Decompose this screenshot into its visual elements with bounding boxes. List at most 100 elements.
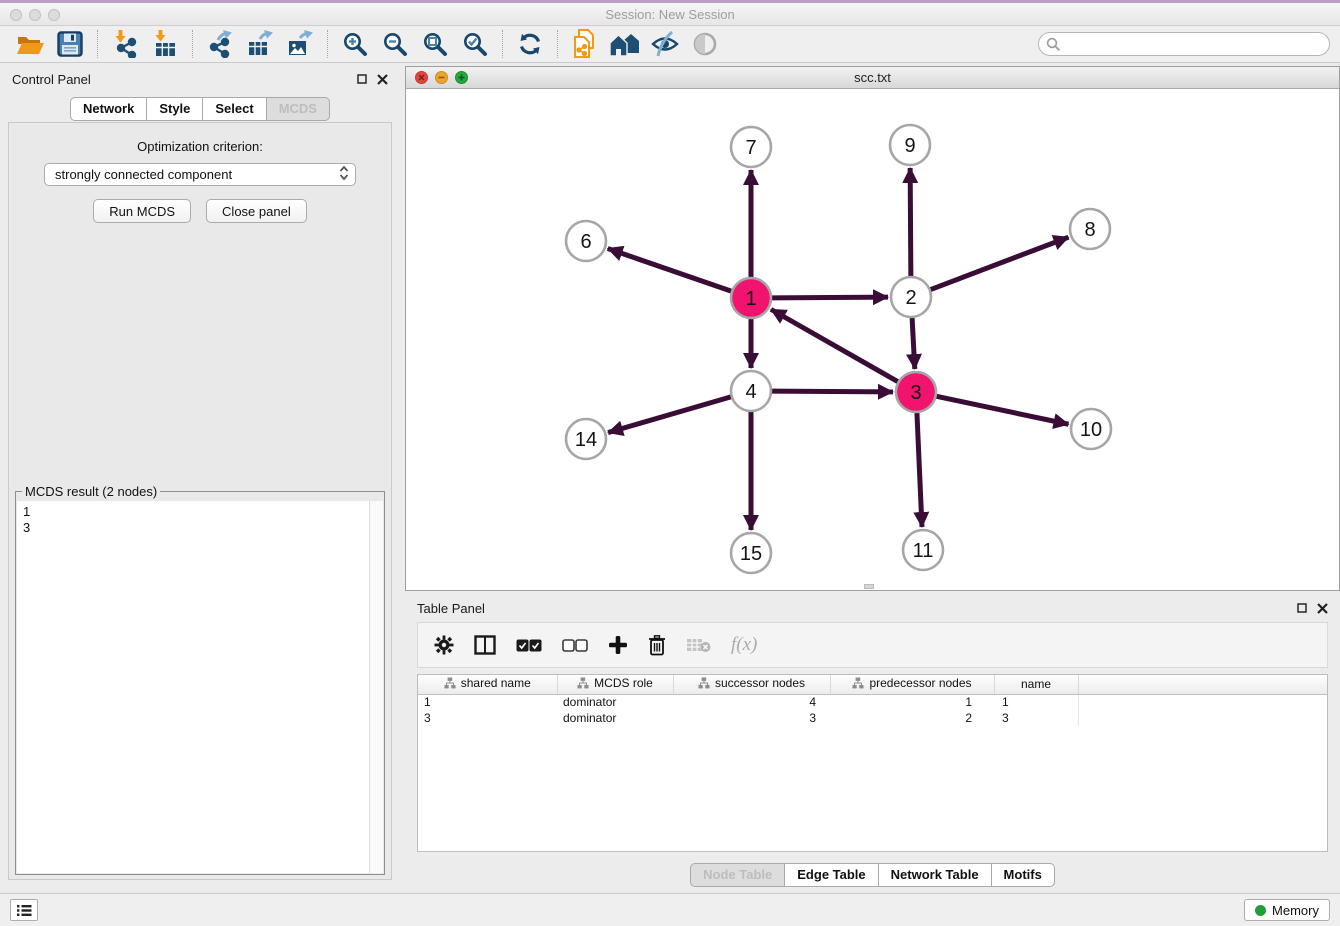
import-network-icon: [111, 30, 139, 58]
graph-node-15[interactable]: 15: [731, 533, 771, 573]
graph-node-3[interactable]: 3: [896, 372, 936, 412]
graph-node-14[interactable]: 14: [566, 419, 606, 459]
graph-edge-4-3[interactable]: [772, 391, 893, 392]
criterion-select[interactable]: strongly connected component: [44, 163, 356, 186]
tab-motifs[interactable]: Motifs: [992, 863, 1055, 887]
unselect-all-columns-button[interactable]: [562, 639, 588, 652]
graph-node-8[interactable]: 8: [1070, 209, 1110, 249]
tab-network-table[interactable]: Network Table: [879, 863, 992, 887]
graph-node-6[interactable]: 6: [566, 221, 606, 261]
zoom-in-button[interactable]: [335, 28, 375, 60]
cell: 3: [994, 710, 1078, 726]
graph-node-7[interactable]: 7: [731, 127, 771, 167]
close-table-panel-icon[interactable]: [1317, 603, 1328, 614]
network-view-window: scc.txt 7968124314101511: [405, 66, 1340, 591]
graph-edge-3-10[interactable]: [937, 396, 1069, 424]
tab-mcds[interactable]: MCDS: [267, 97, 330, 121]
tab-node-table[interactable]: Node Table: [690, 863, 785, 887]
gear-icon: [434, 635, 454, 655]
add-row-button[interactable]: [608, 635, 628, 655]
mcds-result-scrollbar[interactable]: [369, 501, 383, 873]
search-input[interactable]: [1038, 32, 1330, 56]
network-graph-canvas[interactable]: 7 9 6 8 1 2 4 3 14 10 15 11: [406, 89, 1339, 590]
close-panel-button[interactable]: Close panel: [206, 199, 307, 223]
list-icon: [16, 904, 32, 917]
graph-node-label: 10: [1080, 419, 1102, 441]
mcds-result-text[interactable]: 1 3: [17, 501, 369, 873]
graph-edge-1-6[interactable]: [608, 249, 731, 292]
table-settings-button[interactable]: [434, 635, 454, 655]
preview-button[interactable]: [685, 28, 725, 60]
tab-style[interactable]: Style: [147, 97, 203, 121]
graph-node-11[interactable]: 11: [903, 530, 943, 570]
column-header-MCDS-role[interactable]: MCDS role: [557, 675, 673, 694]
select-stepper-icon: [339, 165, 349, 184]
table-panel: Table Panel: [405, 595, 1340, 893]
graph-edge-3-11[interactable]: [917, 413, 922, 527]
apply-function-button[interactable]: f(x): [731, 634, 757, 656]
tab-edge-table[interactable]: Edge Table: [785, 863, 878, 887]
graph-node-2[interactable]: 2: [891, 277, 931, 317]
control-panel-tabs: NetworkStyleSelectMCDS: [70, 97, 330, 121]
table-panel-tabs: Node TableEdge TableNetwork TableMotifs: [690, 863, 1055, 887]
graph-edge-3-1[interactable]: [771, 309, 898, 381]
window-title: Session: New Session: [0, 7, 1340, 22]
window-titlebar: Session: New Session: [0, 0, 1340, 26]
split-columns-button[interactable]: [474, 635, 496, 655]
graph-node-4[interactable]: 4: [731, 371, 771, 411]
run-mcds-button[interactable]: Run MCDS: [93, 199, 191, 223]
graph-node-label: 11: [913, 540, 934, 562]
graph-edge-2-9[interactable]: [910, 168, 911, 276]
refresh-button[interactable]: [510, 28, 550, 60]
zoom-in-icon: [342, 31, 368, 57]
column-header-predecessor-nodes[interactable]: predecessor nodes: [830, 675, 994, 694]
tab-network[interactable]: Network: [70, 97, 147, 121]
graph-node-label: 7: [745, 137, 756, 159]
delete-row-button[interactable]: [648, 635, 666, 656]
table-row[interactable]: 1dominator411: [418, 694, 1327, 710]
column-header-shared-name[interactable]: shared name: [418, 675, 557, 694]
graph-node-label: 4: [745, 381, 756, 403]
export-table-button[interactable]: [240, 28, 280, 60]
graph-node-1[interactable]: 1: [731, 278, 771, 318]
eye-slash-icon: [651, 30, 679, 58]
control-panel: Control Panel NetworkStyleSelectMCDS Opt…: [0, 66, 400, 880]
graph-edge-2-8[interactable]: [931, 237, 1069, 289]
column-header-successor-nodes[interactable]: successor nodes: [673, 675, 830, 694]
hide-style-button[interactable]: [645, 28, 685, 60]
duplicate-network-button[interactable]: [565, 28, 605, 60]
graph-edge-2-3[interactable]: [912, 318, 915, 369]
graph-edge-4-14[interactable]: [608, 397, 731, 433]
float-table-panel-icon[interactable]: [1296, 602, 1308, 614]
export-image-button[interactable]: [280, 28, 320, 60]
import-network-button[interactable]: [105, 28, 145, 60]
splitter-grip[interactable]: [864, 584, 874, 589]
zoom-out-button[interactable]: [375, 28, 415, 60]
import-table-button[interactable]: [145, 28, 185, 60]
save-session-button[interactable]: [50, 28, 90, 60]
open-session-button[interactable]: [10, 28, 50, 60]
open-folder-icon: [16, 32, 44, 56]
status-bar: Memory: [0, 893, 1340, 926]
mcds-result-title: MCDS result (2 nodes): [22, 484, 160, 499]
zoom-selected-button[interactable]: [455, 28, 495, 60]
delete-table-button[interactable]: [686, 637, 711, 653]
toolbar-separator: [327, 30, 328, 58]
memory-button[interactable]: Memory: [1244, 899, 1330, 921]
select-all-columns-button[interactable]: [516, 639, 542, 652]
float-panel-icon[interactable]: [356, 73, 368, 85]
close-panel-icon[interactable]: [377, 74, 388, 85]
home-button[interactable]: [605, 28, 645, 60]
column-header-name[interactable]: name: [994, 675, 1078, 694]
graph-edge-1-2[interactable]: [772, 297, 888, 298]
tab-select[interactable]: Select: [203, 97, 266, 121]
zoom-fit-button[interactable]: [415, 28, 455, 60]
toolbar-separator: [502, 30, 503, 58]
graph-node-10[interactable]: 10: [1071, 409, 1111, 449]
table-toolbar: f(x): [417, 622, 1328, 668]
task-history-button[interactable]: [10, 899, 38, 921]
export-network-button[interactable]: [200, 28, 240, 60]
table-row[interactable]: 3dominator323: [418, 710, 1327, 726]
graph-node-9[interactable]: 9: [890, 125, 930, 165]
export-network-icon: [206, 30, 234, 58]
